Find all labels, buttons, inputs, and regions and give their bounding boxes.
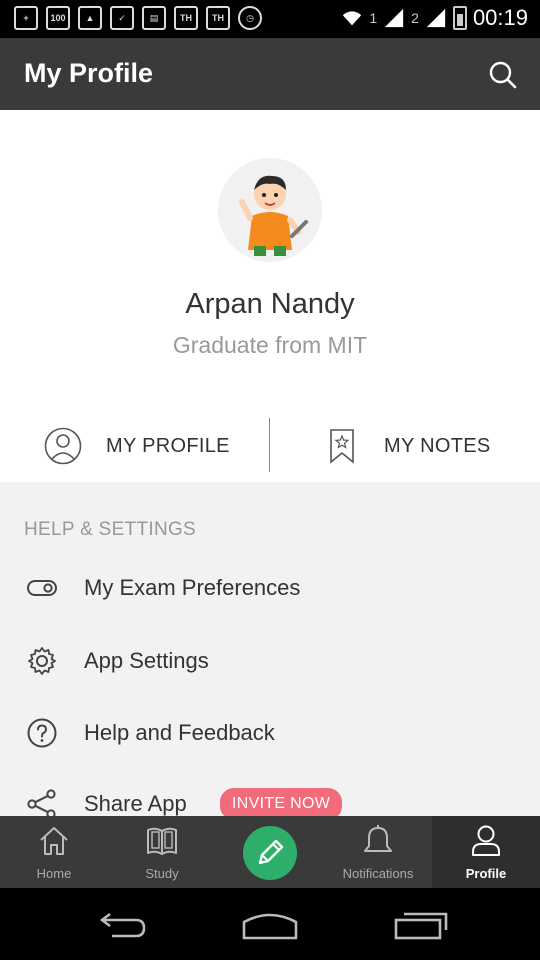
- image-icon: ▲: [78, 6, 102, 30]
- toggle-icon: [27, 580, 57, 596]
- system-nav-bar: [0, 888, 540, 960]
- status-time: 00:19: [472, 5, 528, 30]
- battery-100-icon: 100: [46, 6, 70, 30]
- nav-profile[interactable]: Profile: [432, 816, 540, 888]
- menu-item-label: App Settings: [84, 648, 209, 673]
- help-circle-icon: [27, 718, 57, 748]
- profile-subtitle: Graduate from MIT: [172, 332, 368, 358]
- back-icon[interactable]: [90, 906, 150, 946]
- nav-notifications[interactable]: Notifications: [324, 816, 432, 888]
- menu-item-label: Help and Feedback: [84, 720, 275, 745]
- user-icon: [472, 825, 500, 856]
- my-profile-label: MY PROFILE: [106, 434, 230, 457]
- nav-label: Notifications: [342, 866, 414, 881]
- status-bar: + 100 ▲ ✓ ▤ TH TH ◷ 1 2 00:19: [0, 0, 540, 38]
- nav-label: Profile: [465, 866, 507, 881]
- write-fab-button[interactable]: [243, 826, 297, 880]
- sync-clock-icon: ◷: [238, 6, 262, 30]
- app-settings-item[interactable]: App Settings: [0, 631, 540, 691]
- status-right: 1 2 00:19: [341, 5, 528, 31]
- my-notes-label: MY NOTES: [384, 434, 491, 457]
- avatar-cartoon-image: [218, 158, 322, 262]
- profile-card: Arpan Nandy Graduate from MIT MY PROFILE…: [0, 110, 540, 482]
- section-title: HELP & SETTINGS: [24, 519, 197, 540]
- battery-icon: [452, 6, 467, 30]
- book-icon: [147, 827, 177, 855]
- nav-label: Home: [36, 866, 72, 881]
- sim1-label: 1: [369, 10, 378, 26]
- user-circle-icon: [44, 427, 82, 465]
- bookmark-star-icon: [330, 429, 354, 464]
- signal-icon: [426, 8, 446, 28]
- wifi-icon: [343, 11, 362, 26]
- sim2-label: 2: [411, 10, 419, 26]
- menu-item-label: My Exam Preferences: [84, 575, 301, 600]
- pencil-icon: [258, 839, 284, 865]
- th-icon: TH: [206, 6, 230, 30]
- recent-apps-icon[interactable]: [392, 906, 452, 946]
- news-icon: ▤: [142, 6, 166, 30]
- menu-item-label: Share App: [84, 791, 187, 816]
- signal-icon: [384, 8, 404, 28]
- share-icon: [27, 789, 56, 816]
- th-icon: TH: [174, 6, 198, 30]
- nav-label: Study: [145, 866, 179, 881]
- bell-icon: [364, 825, 392, 852]
- nav-study[interactable]: Study: [108, 816, 216, 888]
- help-feedback-item[interactable]: Help and Feedback: [0, 703, 540, 763]
- exam-preferences-item[interactable]: My Exam Preferences: [0, 558, 540, 618]
- my-notes-button[interactable]: MY NOTES: [328, 410, 491, 482]
- profile-name: Arpan Nandy: [185, 288, 355, 320]
- gear-icon: [28, 647, 56, 675]
- profile-tabs: MY PROFILE MY NOTES: [0, 410, 540, 482]
- search-icon[interactable]: [488, 60, 518, 90]
- app-bar: My Profile: [0, 38, 540, 110]
- home-icon: [40, 827, 68, 855]
- tabs-divider: [269, 418, 270, 472]
- invite-now-badge[interactable]: INVITE NOW: [220, 788, 343, 816]
- status-left-icons: + 100 ▲ ✓ ▤ TH TH ◷: [14, 6, 262, 30]
- add-icon: +: [14, 6, 38, 30]
- avatar[interactable]: [218, 158, 322, 262]
- nav-home[interactable]: Home: [0, 816, 108, 888]
- help-settings-section: HELP & SETTINGS My Exam Preferences App …: [0, 482, 540, 816]
- home-nav-icon[interactable]: [240, 906, 300, 946]
- share-app-item[interactable]: Share App INVITE NOW: [0, 774, 540, 816]
- my-profile-button[interactable]: MY PROFILE: [44, 410, 230, 482]
- bottom-nav: Home Study Notifications Profile: [0, 816, 540, 888]
- battery-check-icon: ✓: [110, 6, 134, 30]
- page-title: My Profile: [24, 58, 154, 88]
